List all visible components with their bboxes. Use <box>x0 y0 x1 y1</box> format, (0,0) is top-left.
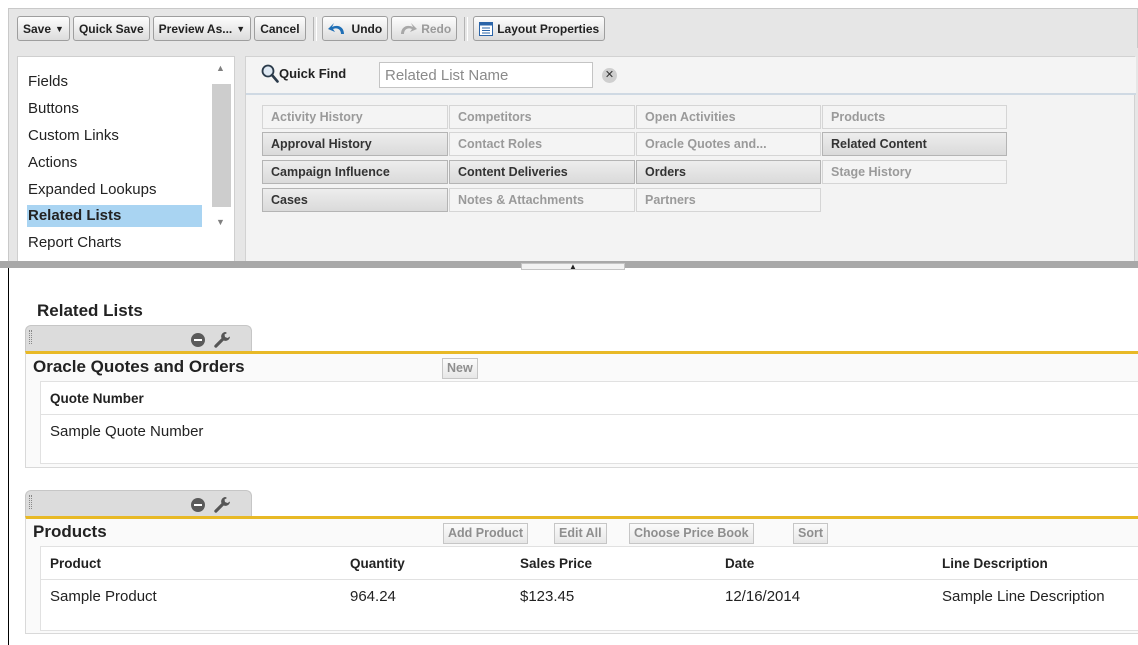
table-cell: $123.45 <box>520 588 575 605</box>
column-header-date[interactable]: Date <box>725 547 754 580</box>
category-expanded-lookups[interactable]: Expanded Lookups <box>27 179 202 201</box>
search-icon <box>261 64 279 83</box>
layout-properties-button[interactable]: Layout Properties <box>473 16 606 41</box>
palette-item-open-activities: Open Activities <box>636 105 821 129</box>
edit-all-button[interactable]: Edit All <box>554 523 607 544</box>
scrollbar-thumb[interactable] <box>212 84 231 207</box>
palette-item-notes-attachments: Notes & Attachments <box>449 188 635 212</box>
palette-item-competitors: Competitors <box>449 105 635 129</box>
column-header-quote-number[interactable]: Quote Number <box>50 382 144 415</box>
add-product-button[interactable]: Add Product <box>443 523 528 544</box>
sort-button[interactable]: Sort <box>793 523 828 544</box>
redo-button[interactable]: Redo <box>391 16 458 41</box>
palette-item-orders[interactable]: Orders <box>636 160 821 184</box>
palette-item-campaign-influence[interactable]: Campaign Influence <box>262 160 448 184</box>
palette-items-area: Quick Find ✕ Activity History Approval H… <box>245 56 1136 262</box>
category-scrollbar[interactable]: ▲ ▼ <box>210 60 232 258</box>
chevron-down-icon: ▼ <box>236 23 246 34</box>
quick-find-label: Quick Find <box>279 66 347 81</box>
scroll-down-icon[interactable]: ▼ <box>216 217 225 227</box>
table-cell: Sample Quote Number <box>50 423 204 440</box>
table-header-row: Quote Number <box>41 382 1138 415</box>
category-actions[interactable]: Actions <box>27 152 202 174</box>
table-cell: Sample Product <box>50 588 157 605</box>
scroll-up-icon[interactable]: ▲ <box>216 63 225 73</box>
preview-as-button[interactable]: Preview As... ▼ <box>152 16 252 41</box>
table-row: Sample Quote Number <box>41 415 1138 448</box>
palette-item-related-content[interactable]: Related Content <box>822 132 1007 156</box>
toolbar-divider <box>464 16 469 41</box>
palette-item-content-deliveries[interactable]: Content Deliveries <box>449 160 635 184</box>
palette-item-cases[interactable]: Cases <box>262 188 448 212</box>
undo-icon <box>327 22 344 34</box>
column-header-product[interactable]: Product <box>50 547 101 580</box>
table-cell: Sample Line Description <box>942 588 1105 605</box>
category-related-lists[interactable]: Related Lists <box>27 205 202 227</box>
related-list-title: Oracle Quotes and Orders <box>33 357 245 376</box>
palette-item-products: Products <box>822 105 1007 129</box>
related-list-table: Product Quantity Sales Price Date Line D… <box>40 546 1138 631</box>
category-fields[interactable]: Fields <box>27 71 202 93</box>
related-list-title: Products <box>33 522 107 541</box>
collapse-palette-handle[interactable]: ▲ <box>521 263 625 271</box>
table-row: Sample Product 964.24 $123.45 12/16/2014… <box>41 580 1138 613</box>
layout-properties-icon <box>479 21 494 36</box>
toolbar-divider <box>312 16 317 41</box>
redo-icon <box>401 22 418 34</box>
section-title: Related Lists <box>37 301 143 320</box>
canvas-left-border <box>8 268 9 645</box>
remove-icon[interactable] <box>191 333 205 347</box>
quick-find-bar: Quick Find ✕ <box>246 57 1136 95</box>
drag-handle-icon[interactable] <box>29 495 32 509</box>
palette-item-stage-history: Stage History <box>822 160 1007 184</box>
column-header-line-description[interactable]: Line Description <box>942 547 1048 580</box>
drag-handle-icon[interactable] <box>29 330 32 344</box>
palette-item-oracle-quotes: Oracle Quotes and... <box>636 132 821 156</box>
related-list-tab-oracle[interactable] <box>25 325 252 352</box>
save-button[interactable]: Save ▼ <box>17 16 70 41</box>
palette-item-activity-history: Activity History <box>262 105 448 129</box>
choose-price-book-button[interactable]: Choose Price Book <box>629 523 754 544</box>
related-list-tab-products[interactable] <box>25 490 252 517</box>
palette-item-approval-history[interactable]: Approval History <box>262 132 448 156</box>
palette-item-contact-roles: Contact Roles <box>449 132 635 156</box>
table-header-row: Product Quantity Sales Price Date Line D… <box>41 547 1138 580</box>
table-cell: 12/16/2014 <box>725 588 801 605</box>
cancel-button[interactable]: Cancel <box>254 16 306 41</box>
related-list-products: Products Add Product Edit All Choose Pri… <box>25 516 1138 634</box>
layout-editor-toolbar: Save ▼ Quick Save Preview As... ▼ Cancel U… <box>8 8 1138 48</box>
related-list-table: Quote Number Sample Quote Number <box>40 381 1138 464</box>
wrench-icon[interactable] <box>212 330 232 350</box>
palette: Fields Buttons Custom Links Actions Expa… <box>8 48 1138 266</box>
quick-save-button[interactable]: Quick Save <box>72 16 150 41</box>
column-header-sales-price[interactable]: Sales Price <box>520 547 592 580</box>
wrench-icon[interactable] <box>212 495 232 515</box>
category-custom-links[interactable]: Custom Links <box>27 125 202 147</box>
table-cell: 964.24 <box>350 588 396 605</box>
column-header-quantity[interactable]: Quantity <box>350 547 405 580</box>
clear-search-icon[interactable]: ✕ <box>602 68 617 83</box>
palette-item-partners: Partners <box>636 188 821 212</box>
category-buttons[interactable]: Buttons <box>27 98 202 120</box>
remove-icon[interactable] <box>191 498 205 512</box>
save-dropdown-icon[interactable]: ▼ <box>55 24 64 34</box>
palette-category-list: Fields Buttons Custom Links Actions Expa… <box>17 56 235 262</box>
new-button[interactable]: New <box>442 358 478 379</box>
quick-find-input[interactable] <box>379 62 593 88</box>
related-list-oracle-quotes: Oracle Quotes and Orders New Quote Numbe… <box>25 351 1138 468</box>
category-report-charts[interactable]: Report Charts <box>27 232 202 254</box>
undo-button[interactable]: Undo <box>321 16 389 41</box>
